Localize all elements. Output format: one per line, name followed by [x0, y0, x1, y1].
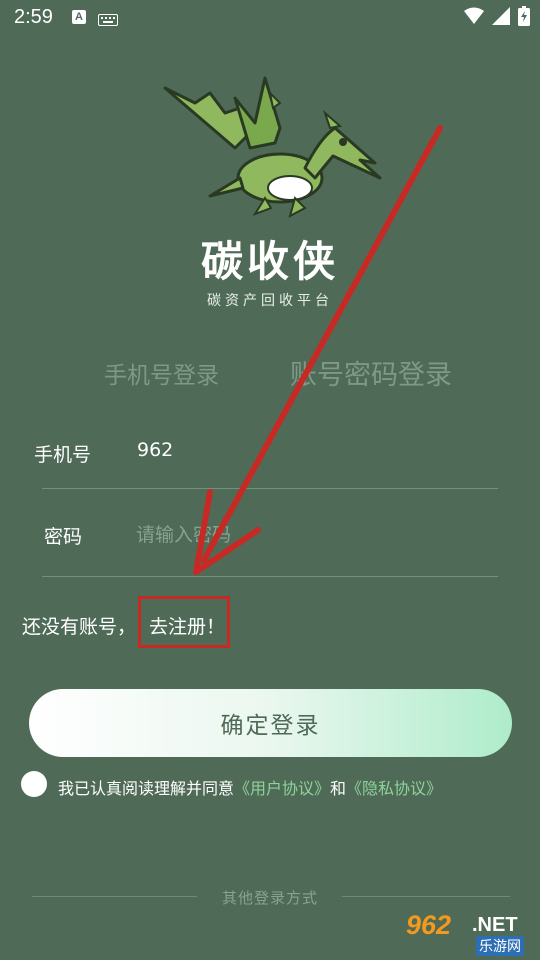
other-login-label[interactable]: 其他登录方式: [0, 887, 540, 908]
brand-title: 碳收侠: [200, 237, 339, 286]
tab-phone-login[interactable]: 手机号登录: [104, 356, 219, 390]
phone-input[interactable]: 962: [137, 439, 173, 461]
agreement-prefix: 我已认真阅读理解并同意: [58, 779, 235, 798]
login-button[interactable]: 确定登录: [29, 689, 512, 757]
dragon-logo: [155, 68, 385, 222]
agreement-text: 我已认真阅读理解并同意《用户协议》和《隐私协议》: [58, 775, 442, 799]
watermark-number: 962: [406, 910, 452, 940]
watermark-sub: 乐游网: [476, 936, 524, 956]
wifi-icon: [464, 7, 484, 29]
other-login-divider-right: [342, 896, 510, 897]
status-time: 2:59: [14, 6, 53, 28]
input-method-icon: A: [72, 10, 86, 24]
agreement-and: 和: [330, 779, 347, 798]
status-bar: 2:59 A: [0, 0, 540, 36]
password-input[interactable]: [136, 520, 436, 550]
tab-account-password-login[interactable]: 账号密码登录: [290, 353, 452, 392]
phone-divider: [42, 488, 498, 489]
signal-icon: [492, 7, 510, 29]
status-icons: [464, 6, 530, 30]
site-watermark: 962 .NET 乐游网: [402, 908, 534, 956]
password-divider: [42, 576, 498, 577]
password-label: 密码: [44, 526, 83, 548]
battery-icon: [518, 6, 530, 30]
user-agreement-link[interactable]: 《用户协议》: [234, 779, 330, 798]
brand-subtitle: 碳资产回收平台: [207, 293, 333, 309]
agreement-checkbox[interactable]: [21, 771, 47, 797]
privacy-agreement-link[interactable]: 《隐私协议》: [346, 779, 442, 798]
watermark-net: .NET: [472, 914, 518, 936]
register-link[interactable]: 去注册！: [138, 596, 230, 648]
phone-label: 手机号: [34, 444, 92, 466]
keyboard-icon: [98, 11, 118, 30]
register-prompt: 还没有账号，: [22, 616, 137, 638]
